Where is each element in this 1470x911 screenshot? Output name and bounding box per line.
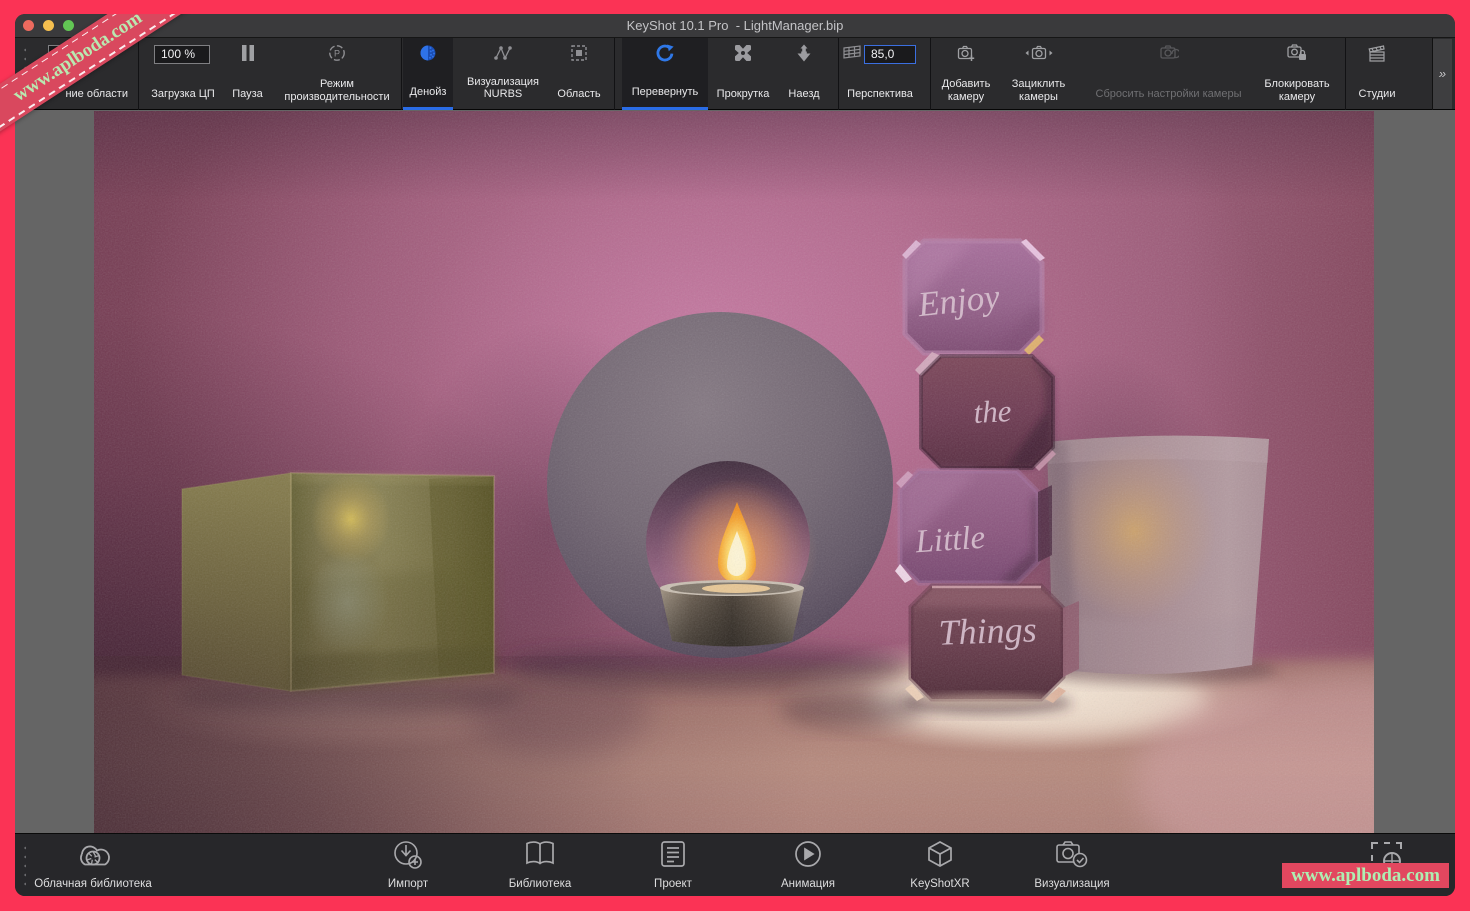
svg-text:P: P <box>334 49 340 59</box>
